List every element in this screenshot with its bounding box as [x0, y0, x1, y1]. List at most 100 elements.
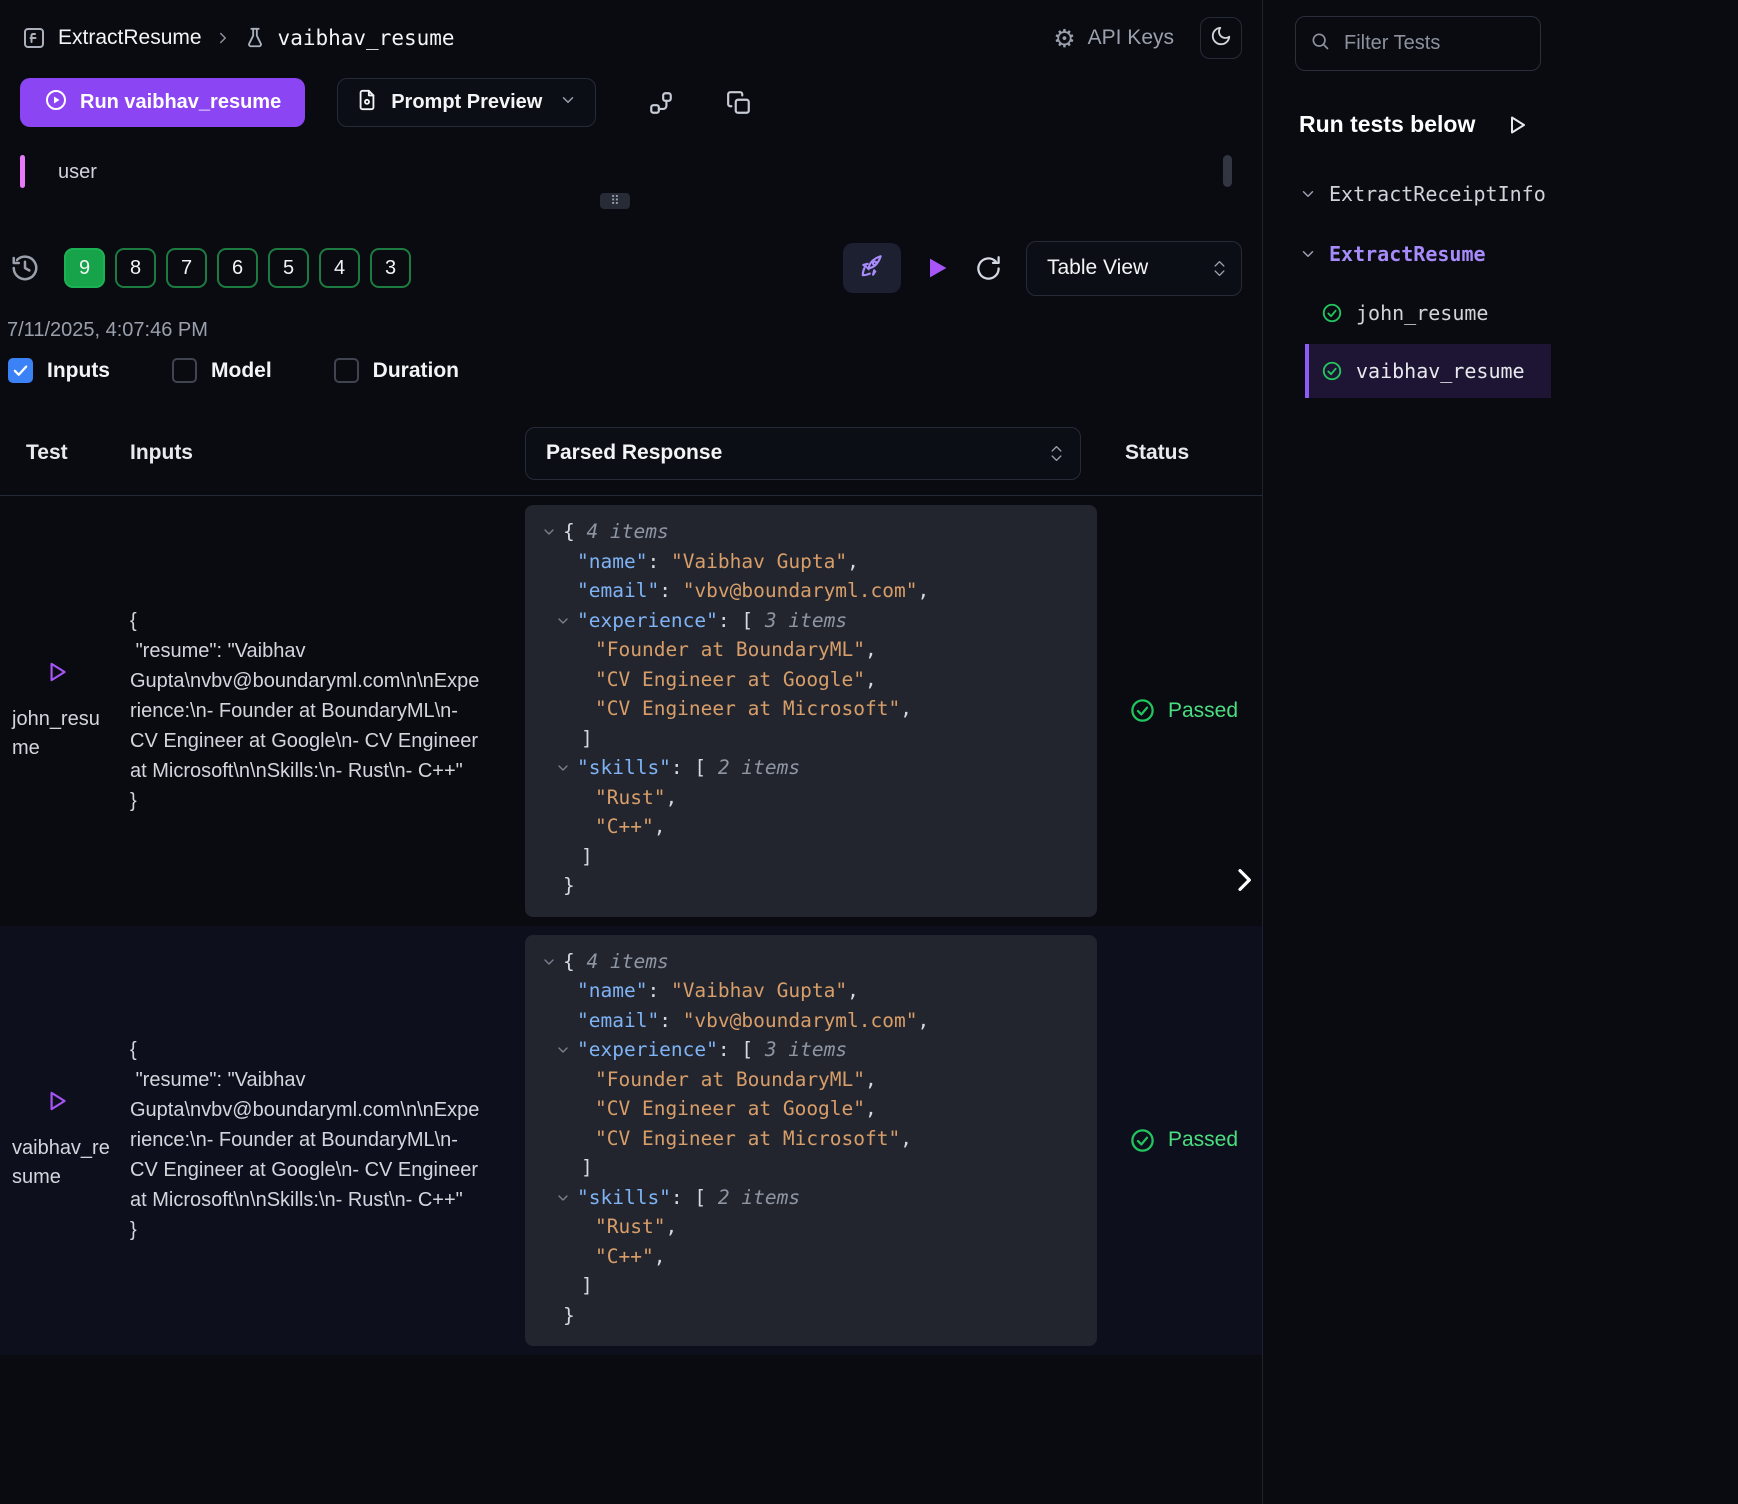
- run-button-label: Run vaibhav_resume: [80, 91, 281, 114]
- run-tests-below-label: Run tests below: [1299, 111, 1475, 138]
- workflow-graph-button[interactable]: [648, 90, 674, 116]
- history-chip-8[interactable]: 8: [115, 248, 156, 288]
- parsed-response-json: { 4 items "name": "Vaibhav Gupta", "emai…: [525, 505, 1097, 917]
- api-keys-button[interactable]: ⚙ API Keys: [1053, 24, 1174, 53]
- tests-tree: ExtractReceiptInfo ExtractResume john_re…: [1291, 182, 1714, 398]
- function-icon: [22, 26, 46, 50]
- test-row-vaibhav-resume[interactable]: vaibhav_resume { "resume": "Vaibhav Gupt…: [0, 926, 1262, 1356]
- duration-checkbox-label: Duration: [373, 359, 459, 383]
- prompt-preview-dropdown[interactable]: Prompt Preview: [337, 78, 596, 127]
- prompt-role-row[interactable]: user: [0, 153, 1262, 191]
- drag-handle[interactable]: ⠿: [600, 193, 630, 209]
- filter-tests-box: [1295, 16, 1541, 71]
- test-name: john_resume: [12, 705, 112, 763]
- column-toggles: Inputs Model Duration: [8, 358, 1262, 383]
- status-badge: Passed: [1168, 1128, 1238, 1152]
- parsed-response-cell: { 4 items "name": "Vaibhav Gupta", "emai…: [525, 935, 1097, 1347]
- response-column-label: Parsed Response: [546, 441, 722, 465]
- select-chevrons-icon: [1212, 259, 1227, 278]
- duration-checkbox[interactable]: [334, 358, 359, 383]
- status-cell: Passed: [1097, 1127, 1256, 1154]
- expand-panel-chevron[interactable]: [1228, 862, 1260, 898]
- breadcrumb-app[interactable]: ExtractResume: [58, 26, 202, 50]
- sidebar-test-vaibhav-resume[interactable]: vaibhav_resume: [1305, 344, 1551, 398]
- collapse-chevron-icon[interactable]: [555, 613, 577, 629]
- chevron-right-icon: [214, 29, 232, 47]
- collapse-chevron-icon[interactable]: [541, 524, 563, 540]
- play-outline-icon: [1505, 113, 1529, 137]
- status-badge: Passed: [1168, 699, 1238, 723]
- refresh-button[interactable]: [975, 255, 1002, 282]
- scrollbar-thumb[interactable]: [1223, 155, 1232, 187]
- breadcrumb-current: vaibhav_resume: [278, 26, 455, 50]
- history-chip-7[interactable]: 7: [166, 248, 207, 288]
- model-checkbox[interactable]: [172, 358, 197, 383]
- sidebar-test-john-resume[interactable]: john_resume: [1305, 286, 1551, 340]
- rocket-icon: [859, 253, 885, 284]
- run-row-play-icon[interactable]: [44, 1088, 130, 1114]
- collapse-chevron-icon[interactable]: [555, 760, 577, 776]
- topbar-right: ⚙ API Keys: [1053, 17, 1242, 59]
- controls-right: Table View: [843, 241, 1242, 296]
- run-timestamp: 7/11/2025, 4:07:46 PM: [7, 319, 1262, 342]
- play-circle-icon: [44, 88, 68, 118]
- response-column-select[interactable]: Parsed Response: [525, 427, 1081, 480]
- run-test-button[interactable]: Run vaibhav_resume: [20, 78, 305, 127]
- collapse-chevron-icon[interactable]: [555, 1042, 577, 1058]
- view-mode-select[interactable]: Table View: [1026, 241, 1242, 296]
- theme-toggle-button[interactable]: [1200, 17, 1242, 59]
- toggle-model: Model: [172, 358, 272, 383]
- search-icon: [1310, 31, 1330, 56]
- parsed-response-cell: { 4 items "name": "Vaibhav Gupta", "emai…: [525, 505, 1097, 917]
- history-clock-icon[interactable]: [10, 253, 40, 283]
- results-table-header: Test Inputs Parsed Response Status: [0, 425, 1262, 481]
- chevron-down-icon: [559, 91, 577, 115]
- group-label: ExtractReceiptInfo: [1329, 182, 1546, 206]
- file-icon: [356, 89, 378, 117]
- check-circle-icon: [1129, 697, 1156, 724]
- test-tube-icon: [244, 27, 266, 49]
- check-circle-icon: [1321, 360, 1343, 382]
- history-chip-3[interactable]: 3: [370, 248, 411, 288]
- history-chip-6[interactable]: 6: [217, 248, 258, 288]
- chevron-down-icon: [1299, 185, 1317, 203]
- run-all-play-button[interactable]: [923, 254, 951, 282]
- group-extract-receipt-info[interactable]: ExtractReceiptInfo: [1291, 182, 1714, 206]
- gear-icon: ⚙: [1053, 24, 1075, 53]
- main-panel: ExtractResume vaibhav_resume ⚙ API Keys: [0, 0, 1262, 1504]
- toggle-inputs: Inputs: [8, 358, 110, 383]
- app-window: ExtractResume vaibhav_resume ⚙ API Keys: [0, 0, 1738, 1504]
- run-row-play-icon[interactable]: [44, 659, 130, 685]
- history-chip-4[interactable]: 4: [319, 248, 360, 288]
- history-chip-5[interactable]: 5: [268, 248, 309, 288]
- filter-tests-input[interactable]: [1342, 31, 1512, 56]
- input-json-text: { "resume": "Vaibhav Gupta\nvbv@boundary…: [130, 606, 482, 816]
- run-history-chips: 9 8 7 6 5 4 3: [64, 248, 411, 288]
- input-json-text: { "resume": "Vaibhav Gupta\nvbv@boundary…: [130, 1035, 482, 1245]
- group-extract-resume[interactable]: ExtractResume: [1291, 242, 1714, 266]
- breadcrumb: ExtractResume vaibhav_resume: [22, 26, 455, 50]
- run-tests-below-button[interactable]: Run tests below: [1291, 111, 1529, 138]
- role-color-bar: [20, 155, 25, 188]
- rocket-button[interactable]: [843, 243, 901, 293]
- chevron-down-icon: [1299, 245, 1317, 263]
- group-label: ExtractResume: [1329, 242, 1486, 266]
- history-chip-9[interactable]: 9: [64, 248, 105, 288]
- sidebar-test-label: vaibhav_resume: [1356, 359, 1525, 383]
- collapse-chevron-icon[interactable]: [555, 1190, 577, 1206]
- controls-row: 9 8 7 6 5 4 3: [0, 239, 1262, 297]
- test-name: vaibhav_resume: [12, 1134, 112, 1192]
- inputs-checkbox[interactable]: [8, 358, 33, 383]
- toolbar: Run vaibhav_resume Prompt Preview: [0, 78, 1262, 127]
- inputs-cell: { "resume": "Vaibhav Gupta\nvbv@boundary…: [130, 606, 525, 816]
- inputs-cell: { "resume": "Vaibhav Gupta\nvbv@boundary…: [130, 1035, 525, 1245]
- test-row-john-resume[interactable]: john_resume { "resume": "Vaibhav Gupta\n…: [0, 496, 1262, 926]
- collapse-chevron-icon[interactable]: [541, 954, 563, 970]
- top-bar: ExtractResume vaibhav_resume ⚙ API Keys: [0, 0, 1262, 62]
- tests-sidebar: Run tests below ExtractReceiptInfo Extra…: [1262, 0, 1738, 1504]
- col-header-status: Status: [1097, 441, 1256, 465]
- test-cell: vaibhav_resume: [0, 1088, 130, 1192]
- col-header-test: Test: [0, 441, 130, 465]
- copy-button[interactable]: [726, 90, 752, 116]
- sidebar-test-label: john_resume: [1356, 301, 1488, 325]
